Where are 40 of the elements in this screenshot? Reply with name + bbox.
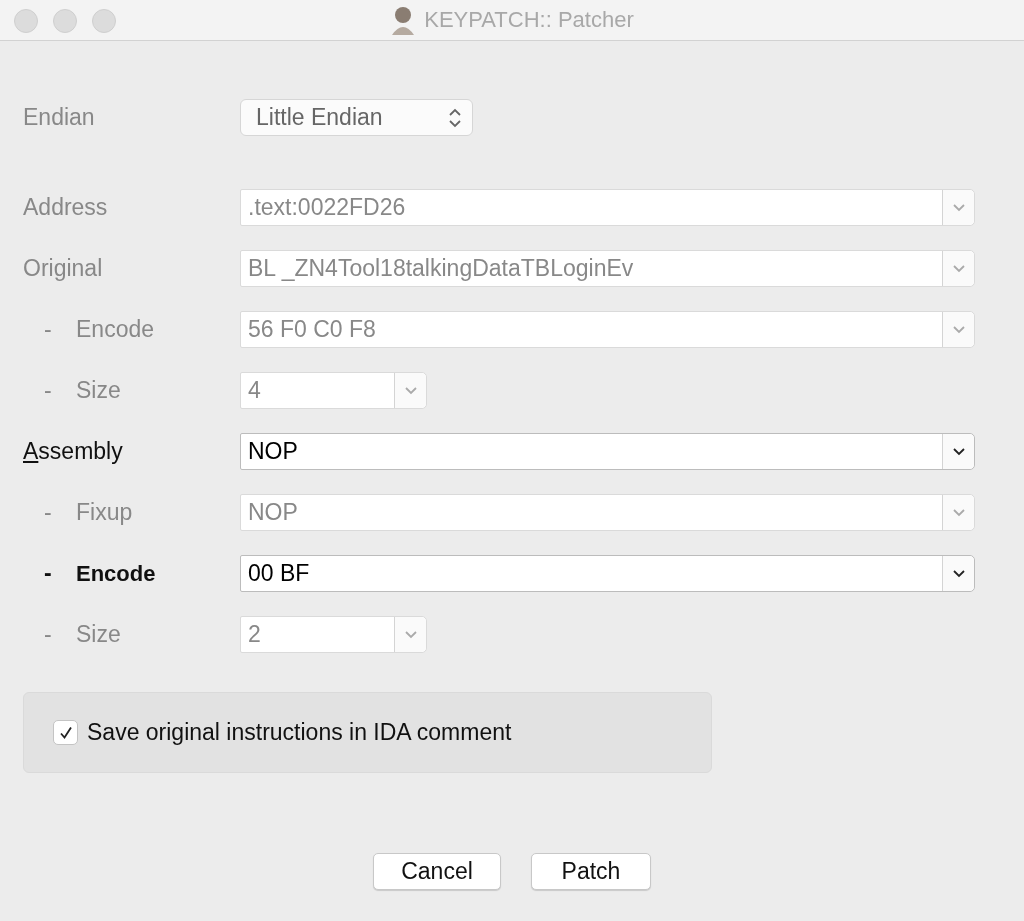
combo-box[interactable]: .text:0022FD26 [240,189,975,226]
combo-box[interactable]: NOP [240,494,975,531]
field-label: Endian [23,104,96,131]
avatar-icon [390,5,417,35]
combo-box[interactable]: NOP [240,433,975,470]
up-down-icon [448,106,462,129]
chevron-down-icon [951,508,966,517]
dialog-button[interactable]: Patch [531,853,651,890]
field-label: Fixup [76,499,133,526]
combo-box[interactable]: BL _ZN4Tool18talkingDataTBLoginEv [240,250,975,287]
combo-box[interactable]: 00 BF [240,555,975,592]
field-label: Encode [76,560,156,587]
combo-box[interactable]: 56 F0 C0 F8 [240,311,975,348]
field-label: Encode [76,316,154,343]
chevron-down-icon [951,203,966,212]
minimize-button[interactable] [53,9,77,33]
field-label: Size [76,377,121,404]
dash-mark: - [44,621,53,648]
dash-mark: - [44,316,53,343]
combo-box[interactable]: 4 [240,372,427,409]
field-label: Size [76,621,121,648]
chevron-down-icon [951,325,966,334]
field-label: Address [23,194,109,221]
dash-mark: - [44,499,53,526]
zoom-button[interactable] [92,9,116,33]
chevron-down-icon [403,630,418,639]
field-label: Original [23,255,104,282]
window-title: KEYPATCH:: Patcher [424,7,634,33]
chevron-down-icon [403,386,418,395]
dash-mark: - [44,560,53,587]
dialog-button[interactable]: Cancel [373,853,501,890]
combo-box[interactable]: 2 [240,616,427,653]
dash-mark: - [44,377,53,404]
checkbox-label: Save original instructions in IDA comment [87,719,512,746]
field-label: Assembly [23,438,124,465]
close-button[interactable] [14,9,38,33]
checkbox[interactable] [53,720,78,745]
chevron-down-icon [951,569,966,578]
chevron-down-icon [951,447,966,456]
chevron-down-icon [951,264,966,273]
